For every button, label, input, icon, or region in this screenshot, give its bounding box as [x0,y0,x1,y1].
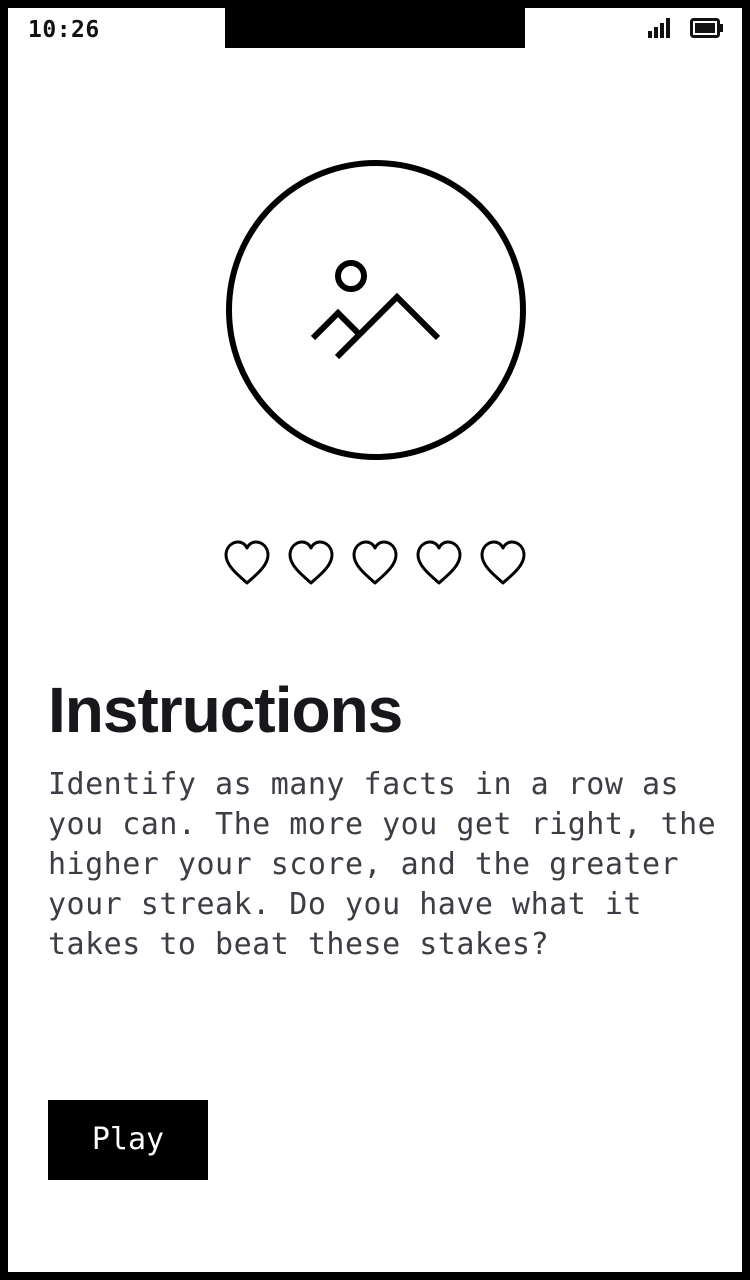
status-time: 10:26 [28,17,100,43]
phone-screen: 10:26 Instructions Identify as many fact… [8,8,742,1272]
page-title: Instructions [48,674,403,746]
instructions-text: Identify as many facts in a row as you c… [48,767,717,962]
image-placeholder-icon [226,160,526,460]
play-button[interactable]: Play [48,1100,208,1180]
heart-icon [352,540,398,585]
heart-icon [288,540,334,585]
device-notch [225,8,525,48]
heart-icon [480,540,526,585]
battery-full-icon [690,18,723,38]
lives-indicator [223,540,527,586]
cellular-signal-icon [648,18,670,38]
heart-icon [224,540,270,585]
heart-icon [416,540,462,585]
